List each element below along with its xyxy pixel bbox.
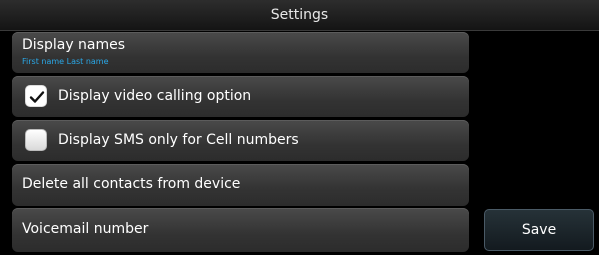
video-calling-label: Display video calling option bbox=[58, 88, 252, 104]
save-button[interactable]: Save bbox=[484, 209, 594, 251]
sms-only-checkbox[interactable] bbox=[25, 129, 47, 151]
video-calling-setting[interactable]: Display video calling option bbox=[12, 76, 469, 117]
checkmark-icon bbox=[29, 91, 45, 103]
display-names-setting[interactable]: Display names First name Last name bbox=[12, 32, 469, 73]
display-names-value: First name Last name bbox=[22, 57, 109, 66]
display-names-label: Display names bbox=[22, 37, 126, 53]
voicemail-number-setting[interactable]: Voicemail number bbox=[12, 208, 469, 252]
video-calling-checkbox[interactable] bbox=[25, 85, 47, 107]
delete-contacts-button[interactable]: Delete all contacts from device bbox=[12, 164, 469, 206]
page-title: Settings bbox=[0, 0, 599, 31]
voicemail-number-label: Voicemail number bbox=[22, 221, 149, 237]
delete-contacts-label: Delete all contacts from device bbox=[22, 176, 241, 192]
sms-only-setting[interactable]: Display SMS only for Cell numbers bbox=[12, 120, 469, 161]
sms-only-label: Display SMS only for Cell numbers bbox=[58, 132, 299, 148]
